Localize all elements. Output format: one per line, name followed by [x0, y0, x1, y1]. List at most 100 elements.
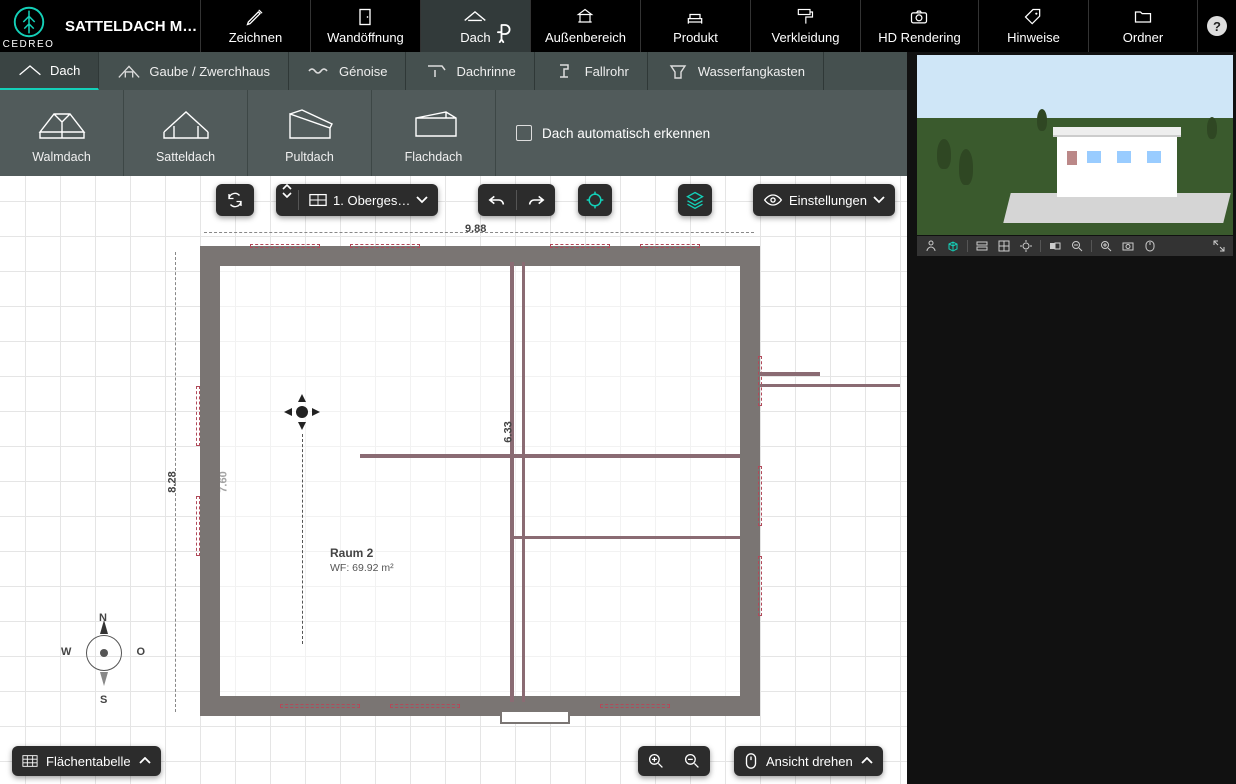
preview-cube-button[interactable] — [945, 239, 961, 253]
roof-label: Walmdach — [32, 150, 91, 164]
paint-roller-icon — [794, 7, 816, 27]
compass: N S W O — [65, 614, 155, 704]
zoom-out-icon — [684, 753, 700, 769]
settings-toolbar[interactable]: Einstellungen — [753, 184, 895, 216]
help-icon: ? — [1207, 16, 1227, 36]
nav-draw[interactable]: Zeichnen — [200, 0, 310, 52]
preview-sun-button[interactable] — [1018, 239, 1034, 253]
pencil-icon — [244, 7, 266, 27]
area-table-button[interactable]: Flächentabelle — [12, 746, 161, 776]
roof-subtabs: Dach Gaube / Zwerchhaus Génoise Dachrinn… — [0, 52, 907, 90]
roof-walmdach[interactable]: Walmdach — [0, 90, 124, 176]
subtab-wasserfang[interactable]: Wasserfangkasten — [648, 52, 824, 90]
floor-selector[interactable]: 1. Oberges… — [276, 184, 438, 216]
chevron-down-icon — [416, 196, 428, 204]
preview-panel — [907, 52, 1236, 784]
preview-mouse-button[interactable] — [1142, 239, 1158, 253]
preview-zoomout-button[interactable] — [1069, 239, 1085, 253]
gutter-icon — [424, 63, 448, 79]
subtab-dachrinne[interactable]: Dachrinne — [406, 52, 534, 90]
layers-button[interactable] — [678, 184, 712, 216]
satteldach-icon — [158, 102, 214, 142]
preview-person-button[interactable] — [923, 239, 939, 253]
checkbox-auto-roof[interactable] — [516, 125, 532, 141]
building-outline[interactable]: 6.33 Raum 2 WF: 69.92 m² — [200, 246, 760, 716]
nav-hints[interactable]: Hinweise — [978, 0, 1088, 52]
undo-button[interactable] — [478, 184, 516, 216]
sync-toolbar — [216, 184, 254, 216]
auto-roof-label: Dach automatisch erkennen — [542, 126, 710, 141]
preview-floors-button[interactable] — [974, 239, 990, 253]
subtab-fallrohr[interactable]: Fallrohr — [535, 52, 648, 90]
roof-icon — [463, 7, 487, 27]
nav-label: Produkt — [673, 30, 718, 45]
nav-label: Zeichnen — [229, 30, 282, 45]
nav-cladding[interactable]: Verkleidung — [750, 0, 860, 52]
floorplan-canvas[interactable]: 1. Oberges… Einstellungen 9.88 9.20 8.28… — [0, 176, 907, 784]
preview-3d[interactable] — [917, 55, 1233, 235]
roof-pultdach[interactable]: Pultdach — [248, 90, 372, 176]
nav-outdoor[interactable]: Außenbereich — [530, 0, 640, 52]
zoom-toolbar — [638, 746, 710, 776]
nav-roof[interactable]: Dach — [420, 0, 530, 52]
rotate-view-button[interactable]: Ansicht drehen — [734, 746, 883, 776]
preview-contrast-button[interactable] — [1047, 239, 1063, 253]
help-button[interactable]: ? — [1198, 0, 1236, 52]
brand-text: CEDREO — [3, 39, 55, 50]
subtab-gaube[interactable]: Gaube / Zwerchhaus — [99, 52, 289, 90]
roof-flachdach[interactable]: Flachdach — [372, 90, 496, 176]
roof-outline-icon — [18, 62, 42, 78]
tab-label: Dachrinne — [456, 64, 515, 79]
preview-zoomin-button[interactable] — [1098, 239, 1114, 253]
sync-icon — [226, 191, 244, 209]
roof-satteldach[interactable]: Satteldach — [124, 90, 248, 176]
roof-palette: Walmdach Satteldach Pultdach Flachdach D… — [0, 90, 907, 176]
zoom-in-button[interactable] — [638, 753, 674, 769]
undo-icon — [488, 193, 506, 207]
chevron-up-icon[interactable] — [282, 184, 292, 191]
layers-icon — [685, 190, 705, 210]
flachdach-icon — [406, 102, 462, 142]
hopper-icon — [666, 62, 690, 80]
move-gizmo-icon[interactable] — [280, 390, 324, 434]
preview-plan-button[interactable] — [996, 239, 1012, 253]
brand-logo[interactable]: CEDREO — [0, 0, 57, 52]
chevron-down-icon[interactable] — [282, 191, 292, 198]
nav-label: Ordner — [1123, 30, 1163, 45]
redo-icon — [527, 193, 545, 207]
project-title[interactable]: SATTELDACH M… — [57, 0, 200, 52]
floor-icon — [309, 193, 327, 207]
tab-label: Fallrohr — [585, 64, 629, 79]
undo-redo-toolbar — [478, 184, 555, 216]
chevron-up-icon — [861, 757, 873, 765]
tab-label: Génoise — [339, 64, 387, 79]
target-button[interactable] — [578, 184, 612, 216]
preview-expand-button[interactable] — [1211, 239, 1227, 253]
room-label: Raum 2 WF: 69.92 m² — [330, 546, 394, 574]
zoom-in-icon — [648, 753, 664, 769]
subtab-genoise[interactable]: Génoise — [289, 52, 406, 90]
main-nav: Zeichnen Wandöffnung Dach Außenbereich P… — [200, 0, 1198, 52]
preview-toolbar — [917, 236, 1233, 256]
nav-rendering[interactable]: HD Rendering — [860, 0, 978, 52]
mouse-icon — [744, 752, 758, 770]
camera-icon — [908, 7, 930, 27]
target-icon — [585, 190, 605, 210]
auto-detect-roof[interactable]: Dach automatisch erkennen — [496, 90, 907, 176]
dim-left: 8.28 — [167, 471, 179, 492]
nav-product[interactable]: Produkt — [640, 0, 750, 52]
cedreo-logo-icon — [10, 3, 48, 41]
nav-label: Verkleidung — [772, 30, 840, 45]
zoom-out-button[interactable] — [674, 753, 710, 769]
preview-camera-button[interactable] — [1120, 239, 1136, 253]
nav-folder[interactable]: Ordner — [1088, 0, 1198, 52]
roof-label: Flachdach — [405, 150, 463, 164]
tab-label: Wasserfangkasten — [698, 64, 805, 79]
chevron-down-icon — [873, 196, 885, 204]
sync-button[interactable] — [216, 184, 254, 216]
subtab-dach[interactable]: Dach — [0, 52, 99, 90]
nav-label: Außenbereich — [545, 30, 626, 45]
nav-opening[interactable]: Wandöffnung — [310, 0, 420, 52]
top-nav: CEDREO SATTELDACH M… Zeichnen Wandöffnun… — [0, 0, 1236, 52]
redo-button[interactable] — [517, 184, 555, 216]
